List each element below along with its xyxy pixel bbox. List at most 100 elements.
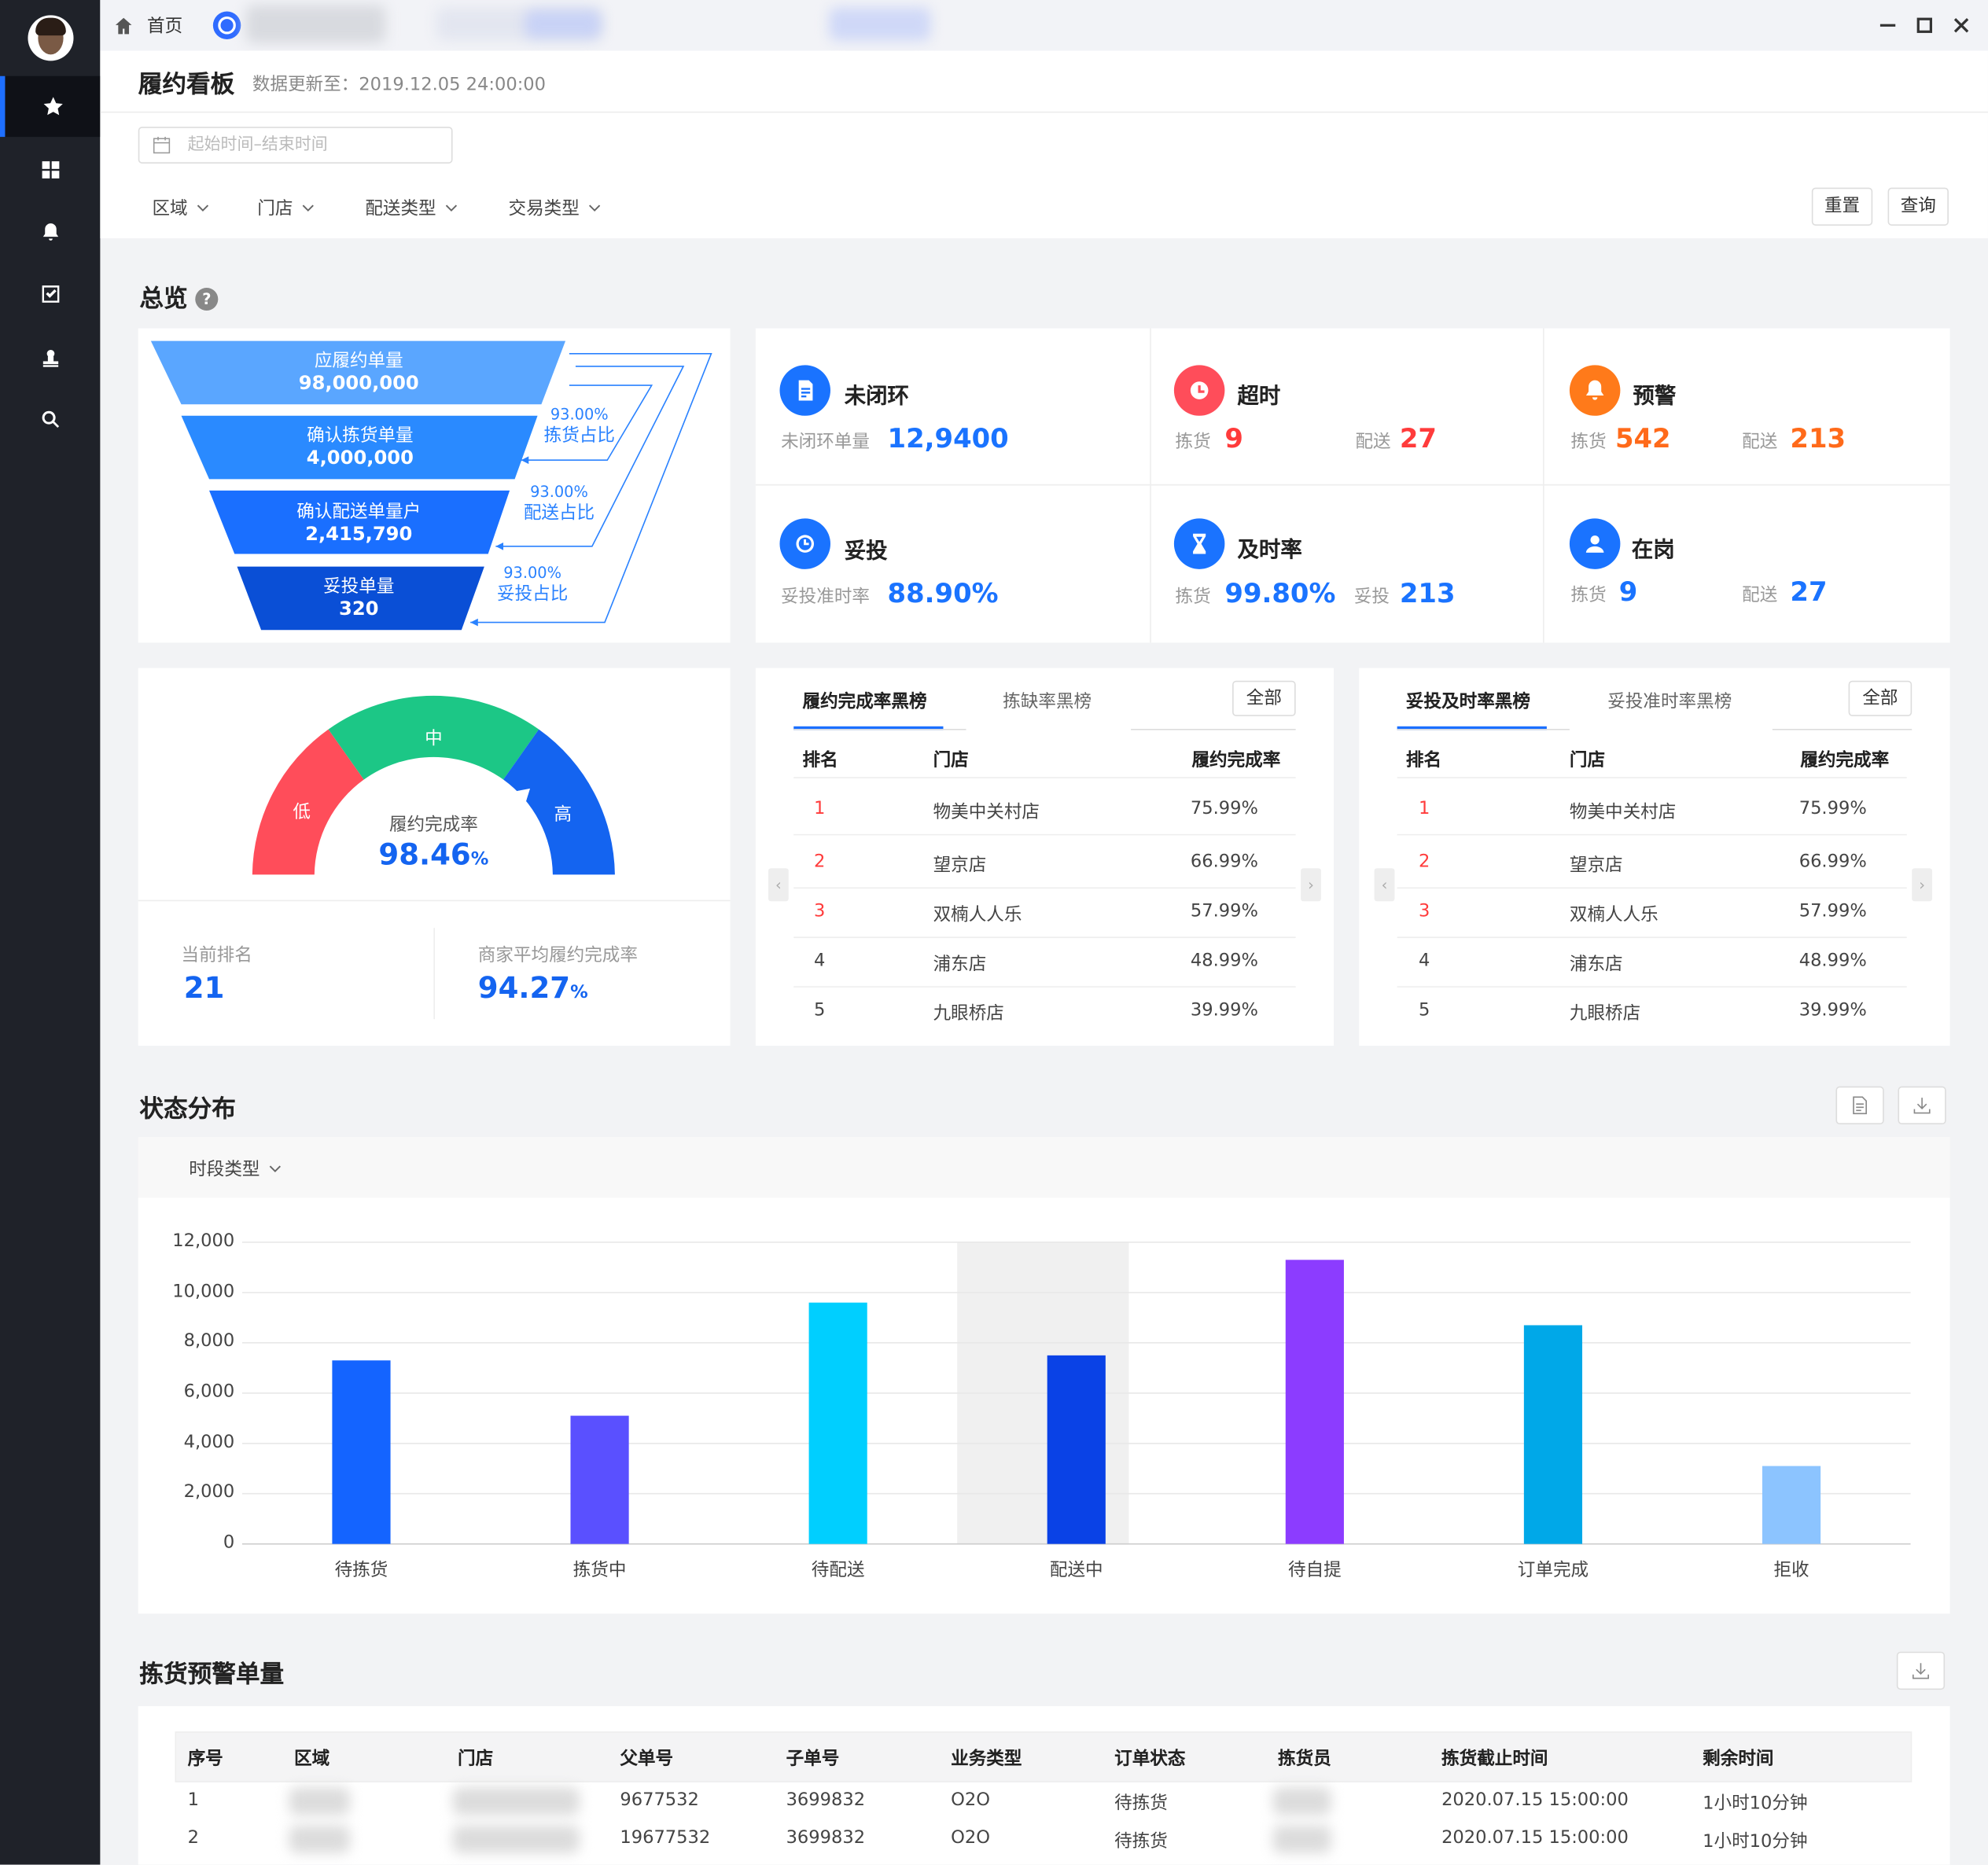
filter-trade-type[interactable]: 交易类型	[508, 195, 601, 220]
store-name[interactable]: 九眼桥店	[933, 1000, 1004, 1025]
status-chart-card: 12,000 10,000 8,000 6,000 4,000 2,000 0 待拣货 拣货中 待…	[138, 1197, 1950, 1614]
avatar[interactable]	[28, 15, 74, 61]
rank-number: 3	[814, 901, 826, 922]
table-header-cell: 拣货截止时间	[1441, 1749, 1548, 1770]
tab-delivery-timely-blacklist[interactable]: 妥投及时率黑榜	[1406, 688, 1530, 713]
document-icon	[779, 365, 830, 416]
tab-shortage-blacklist[interactable]: 拣缺率黑榜	[1003, 688, 1092, 713]
tab-fulfillment-blacklist[interactable]: 履约完成率黑榜	[803, 688, 927, 713]
funnel-ratio-1-label: 拣货占比	[543, 425, 615, 447]
store-name[interactable]: 望京店	[933, 852, 987, 877]
avg-rate-value: 94.27%	[478, 973, 588, 1006]
sidebar-item-dashboard[interactable]	[0, 139, 100, 200]
app-logo-icon[interactable]	[212, 11, 241, 39]
stat-title-timeout: 超时	[1237, 384, 1281, 410]
sidebar-item-notifications[interactable]	[0, 201, 100, 262]
x-tick-label: 待拣货	[334, 1560, 388, 1581]
table-cell: 3699832	[786, 1827, 866, 1848]
col-store: 门店	[1569, 750, 1606, 771]
period-type-label: 时段类型	[189, 1160, 260, 1180]
minimize-icon[interactable]	[1878, 15, 1898, 35]
stat-value-onduty-pick: 9	[1618, 576, 1638, 608]
query-button[interactable]: 查询	[1887, 187, 1949, 226]
tab-delivery-ontime-blacklist[interactable]: 妥投准时率黑榜	[1607, 688, 1732, 713]
pager-next-button[interactable]: ›	[1301, 868, 1321, 902]
pager-next-button[interactable]: ›	[1912, 868, 1932, 902]
blurred-tab[interactable]	[829, 7, 931, 41]
chevron-down-icon	[302, 204, 314, 212]
rank-number: 2	[1419, 852, 1430, 873]
filter-store-label: 门店	[257, 199, 293, 219]
funnel-value-1: 98,000,000	[298, 371, 419, 395]
pager-prev-button[interactable]: ‹	[1374, 868, 1395, 902]
funnel-ratio-2-label: 配送占比	[523, 503, 595, 524]
completion-rate: 57.99%	[1190, 901, 1258, 922]
sidebar-item-stamp[interactable]	[0, 327, 100, 388]
store-name[interactable]: 双楠人人乐	[1570, 901, 1659, 926]
sidebar-item-favorites[interactable]	[0, 75, 101, 138]
grid-icon	[41, 161, 59, 178]
filter-region[interactable]: 区域	[152, 195, 209, 220]
clock-plus-icon	[1173, 365, 1225, 416]
store-name[interactable]: 九眼桥店	[1570, 1000, 1640, 1025]
y-tick-label: 6,000	[183, 1381, 235, 1403]
all-button[interactable]: 全部	[1848, 680, 1913, 716]
divider	[1772, 729, 1913, 730]
divider	[793, 986, 1296, 988]
tab-home[interactable]: 首页	[112, 10, 182, 41]
download-button[interactable]	[1896, 1651, 1946, 1690]
divider	[433, 928, 435, 1020]
filter-store[interactable]: 门店	[257, 195, 315, 220]
sidebar-item-search[interactable]	[0, 389, 100, 450]
funnel-card: 应履约单量 98,000,000 确认拣货单量 4,000,000 确认配送单量户 2…	[138, 328, 731, 643]
funnel-ratio-2: 93.00% 配送占比	[521, 482, 598, 525]
export-doc-button[interactable]	[1835, 1086, 1884, 1125]
tab-bar: 首页	[100, 0, 1988, 51]
bar-4[interactable]	[1047, 1355, 1106, 1544]
bar-7[interactable]	[1762, 1466, 1821, 1544]
x-tick-label: 拣货中	[572, 1560, 627, 1581]
sidebar-item-tasks[interactable]	[0, 263, 100, 324]
stat-label: 妥投准时率	[781, 587, 870, 608]
bar-1[interactable]	[332, 1360, 391, 1544]
blurred-tab[interactable]	[245, 5, 386, 43]
bar-5[interactable]	[1285, 1260, 1344, 1544]
pager-prev-button[interactable]: ‹	[768, 868, 789, 902]
stat-value-ontime-rate: 88.90%	[887, 578, 999, 609]
funnel-ratio-3-pct: 93.00%	[503, 564, 562, 582]
filter-delivery-type[interactable]: 配送类型	[365, 195, 458, 220]
close-icon[interactable]	[1951, 15, 1971, 35]
divider	[100, 111, 1988, 113]
period-type-dropdown[interactable]: 时段类型	[189, 1156, 282, 1181]
store-name[interactable]: 浦东店	[933, 951, 987, 976]
help-icon[interactable]: ?	[195, 287, 219, 311]
download-button[interactable]	[1898, 1086, 1946, 1125]
col-store: 门店	[933, 750, 969, 771]
store-name[interactable]: 双楠人人乐	[933, 901, 1022, 926]
col-rank: 排名	[1405, 750, 1442, 771]
funnel-value-4: 320	[339, 597, 379, 620]
rank-number: 3	[1419, 901, 1430, 922]
store-name[interactable]: 浦东店	[1570, 951, 1623, 976]
y-tick-label: 12,000	[172, 1230, 235, 1252]
gauge-value-unit: %	[470, 849, 489, 870]
all-button[interactable]: 全部	[1232, 680, 1296, 716]
stat-value-warning-delivery: 213	[1790, 423, 1846, 454]
bar-2[interactable]	[570, 1415, 629, 1544]
checkbox-icon	[41, 285, 59, 303]
star-icon	[42, 97, 62, 116]
date-range-input[interactable]: 起始时间–结束时间	[138, 127, 453, 164]
chart-plot-area	[241, 1241, 1911, 1545]
funnel-label-4: 妥投单量 320	[168, 577, 549, 621]
date-range-placeholder: 起始时间–结束时间	[187, 135, 328, 155]
store-name[interactable]: 物美中关村店	[933, 799, 1040, 824]
bar-6[interactable]	[1523, 1325, 1583, 1544]
store-name[interactable]: 望京店	[1570, 852, 1623, 877]
reset-button[interactable]: 重置	[1811, 187, 1873, 226]
bar-3[interactable]	[808, 1302, 867, 1544]
maximize-icon[interactable]	[1914, 15, 1935, 35]
header-panel: 履约看板 数据更新至：2019.12.05 24:00:00 起始时间–结束时间…	[100, 50, 1988, 239]
gauge-low-label: 低	[293, 802, 311, 823]
search-icon	[41, 410, 59, 429]
store-name[interactable]: 物美中关村店	[1570, 799, 1676, 824]
